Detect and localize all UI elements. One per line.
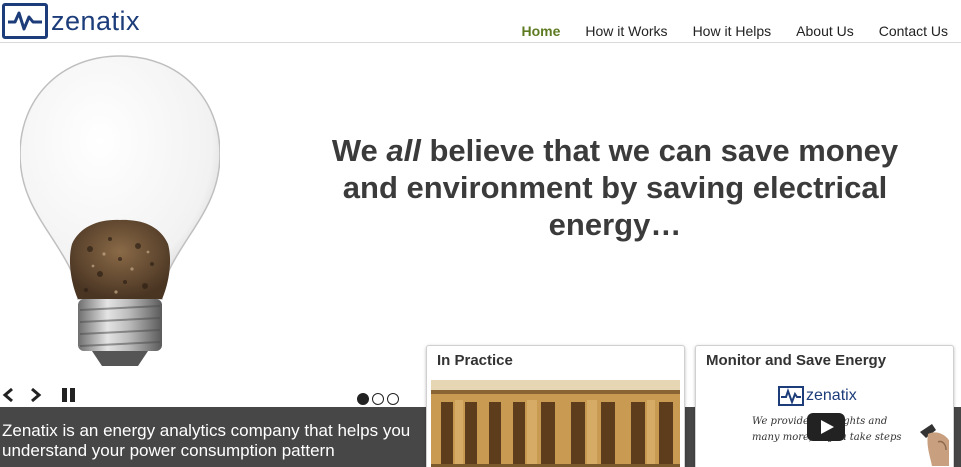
card-title: In Practice bbox=[437, 352, 513, 369]
main-nav: Home How it Works How it Helps About Us … bbox=[521, 22, 961, 40]
chevron-right-icon[interactable] bbox=[27, 387, 43, 403]
slide-dot-2[interactable] bbox=[372, 393, 384, 405]
nav-how-it-works[interactable]: How it Works bbox=[585, 22, 667, 40]
hand-with-pen-image bbox=[920, 424, 949, 466]
card-title: Monitor and Save Energy bbox=[706, 352, 887, 369]
logo[interactable]: zenatix bbox=[2, 3, 140, 39]
intro-text: Zenatix is an energy analytics company t… bbox=[2, 421, 411, 460]
nav-home[interactable]: Home bbox=[521, 22, 560, 40]
lightbulb-with-soil-image bbox=[20, 55, 220, 366]
pulse-logo-icon bbox=[778, 386, 804, 406]
video-logo-word: zenatix bbox=[806, 387, 857, 404]
building-photo bbox=[431, 380, 680, 467]
site-header: zenatix Home How it Works How it Helps A… bbox=[0, 0, 961, 43]
pause-icon[interactable] bbox=[60, 387, 78, 403]
logo-wordmark: zenatix bbox=[51, 6, 141, 36]
card-in-practice[interactable]: In Practice bbox=[426, 345, 685, 467]
nav-about-us[interactable]: About Us bbox=[796, 22, 854, 40]
video-thumbnail[interactable]: zenatix We provide … insights and many m… bbox=[700, 380, 949, 467]
slide-pagination bbox=[357, 393, 399, 405]
hero-headline: We all believe that we can save money an… bbox=[320, 132, 910, 243]
slide-dot-1[interactable] bbox=[357, 393, 369, 405]
pulse-logo-icon bbox=[2, 3, 48, 39]
chevron-left-icon[interactable] bbox=[1, 387, 17, 403]
nav-how-it-helps[interactable]: How it Helps bbox=[693, 22, 772, 40]
headline-part: believe that we can save money and envir… bbox=[342, 133, 899, 242]
video-logo: zenatix bbox=[778, 386, 857, 406]
headline-emphasis: all bbox=[386, 133, 421, 168]
nav-contact-us[interactable]: Contact Us bbox=[879, 22, 948, 40]
card-monitor-save-energy[interactable]: Monitor and Save Energy zenatix We provi… bbox=[695, 345, 954, 467]
slide-dot-3[interactable] bbox=[387, 393, 399, 405]
headline-part: We bbox=[331, 133, 387, 168]
play-icon[interactable] bbox=[806, 412, 846, 442]
